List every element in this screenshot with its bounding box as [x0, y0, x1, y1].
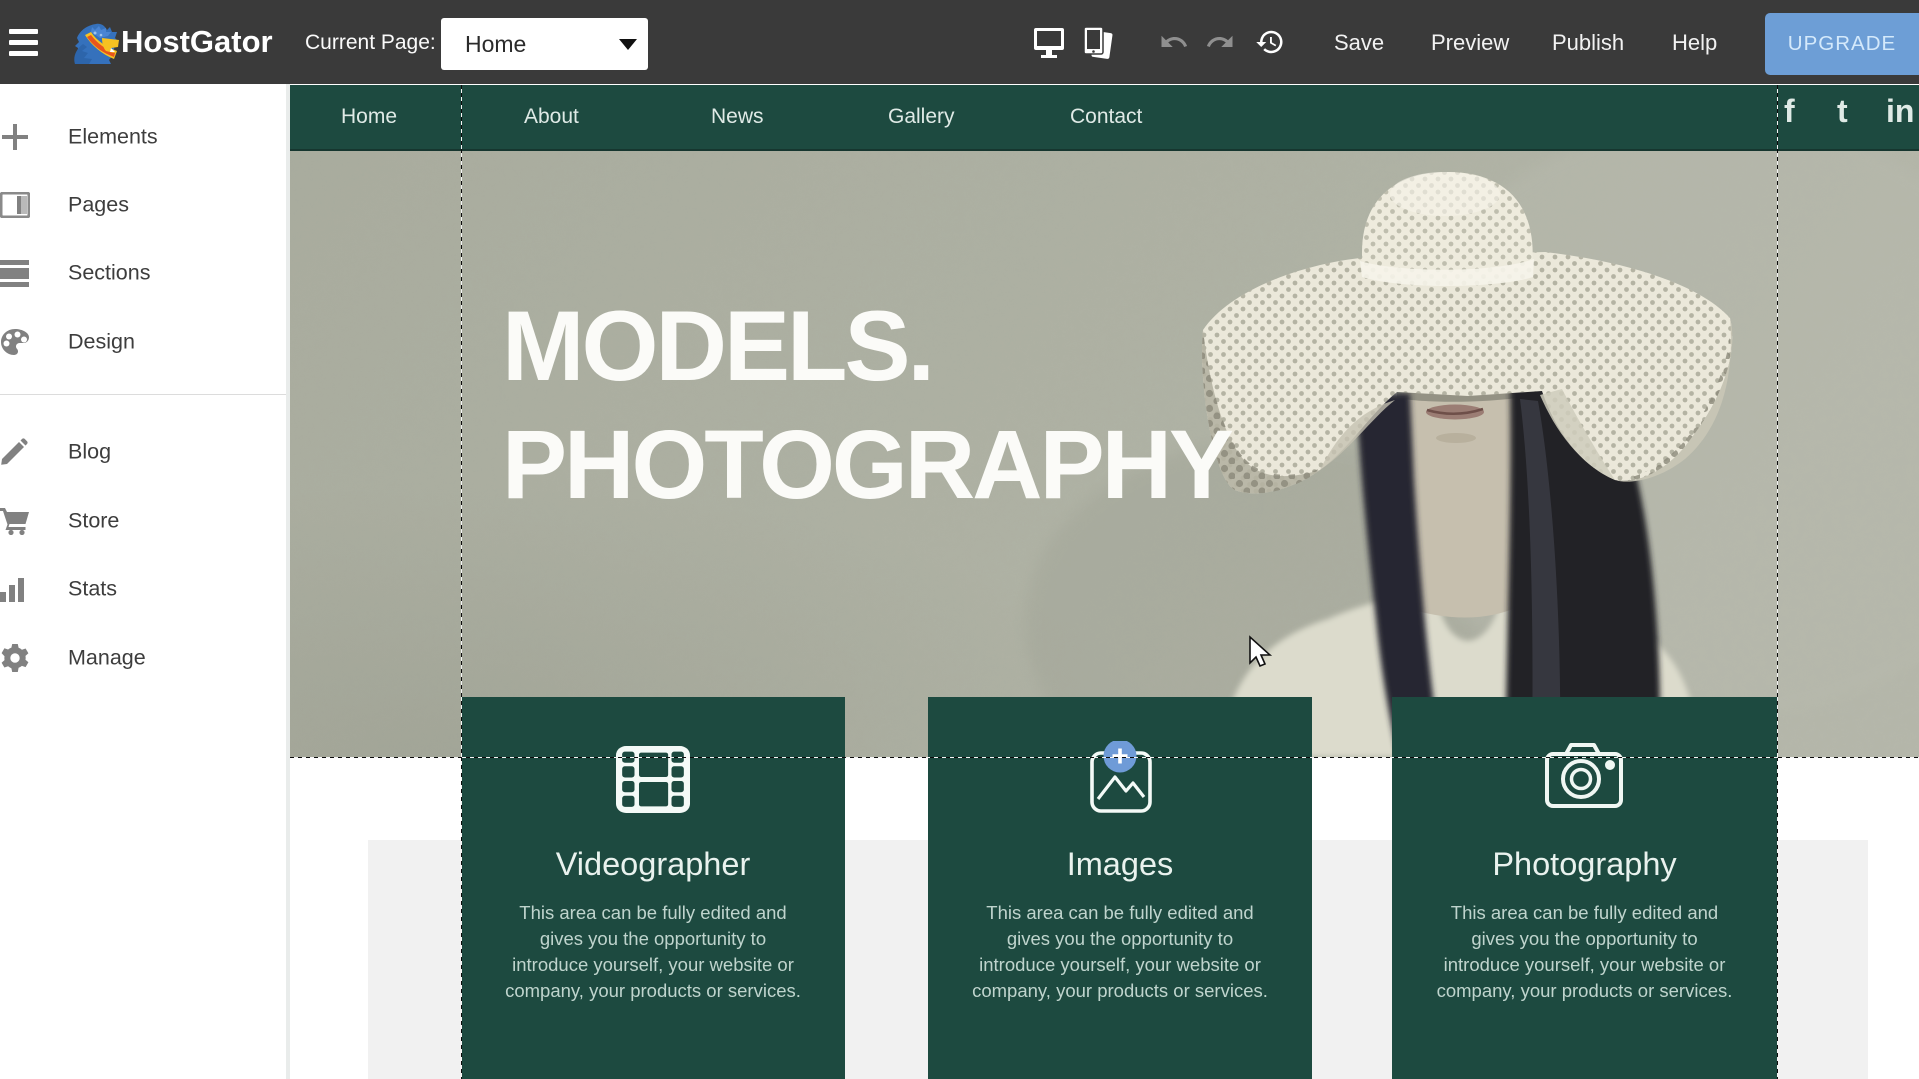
svg-text:PHOTOGRAPHY: PHOTOGRAPHY — [502, 410, 1233, 519]
svg-text:MODELS.: MODELS. — [502, 290, 932, 401]
